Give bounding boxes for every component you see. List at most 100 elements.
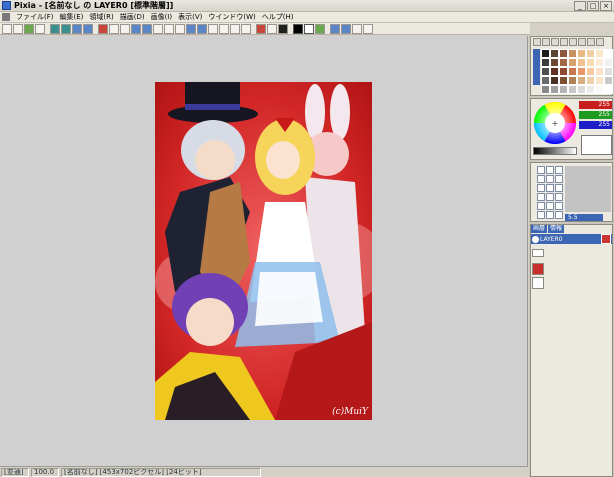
rect-icon[interactable]: [120, 23, 130, 34]
palette-swatch[interactable]: [595, 85, 604, 94]
print-icon[interactable]: [35, 23, 45, 34]
lasso-icon[interactable]: [219, 23, 229, 34]
redo-icon[interactable]: [61, 23, 71, 34]
brush-shape[interactable]: [555, 193, 563, 201]
canvas-workspace[interactable]: (c)MuiY: [0, 36, 528, 466]
palette-swatch[interactable]: [577, 49, 586, 58]
palette-swatch[interactable]: [541, 85, 550, 94]
palette-swatch[interactable]: [550, 85, 559, 94]
ellipse-icon[interactable]: [142, 23, 152, 34]
palette-swatch[interactable]: [577, 76, 586, 85]
fill-icon[interactable]: [186, 23, 196, 34]
brush-shape[interactable]: [546, 175, 554, 183]
fit-view-icon[interactable]: [352, 23, 362, 34]
palette-page-selector[interactable]: [533, 49, 540, 85]
palette-swatch[interactable]: [604, 85, 613, 94]
background-color-swatch[interactable]: [304, 23, 314, 34]
brush-shape[interactable]: [537, 193, 545, 201]
tab-layers[interactable]: 画層: [531, 225, 548, 233]
palette-spray-icon[interactable]: [551, 38, 559, 46]
palette-swatch[interactable]: [541, 67, 550, 76]
palette-swatch[interactable]: [577, 67, 586, 76]
gray-ramp[interactable]: [533, 147, 577, 155]
palette-swatch[interactable]: [586, 76, 595, 85]
palette-swatch[interactable]: [595, 49, 604, 58]
color-wheel[interactable]: +: [533, 101, 577, 145]
artwork-canvas[interactable]: (c)MuiY: [155, 82, 372, 420]
brush-shape[interactable]: [546, 211, 554, 219]
menu-draw[interactable]: 描画(D): [118, 12, 147, 22]
save-icon[interactable]: [24, 23, 34, 34]
zoom-in-icon[interactable]: [330, 23, 340, 34]
palette-swatch[interactable]: [559, 76, 568, 85]
palette-swatch[interactable]: [568, 67, 577, 76]
menu-window[interactable]: ウインドウ(W): [206, 12, 257, 22]
palette-pen-icon[interactable]: [533, 38, 541, 46]
circle-icon[interactable]: [131, 23, 141, 34]
polyline-icon[interactable]: [175, 23, 185, 34]
brush-shape[interactable]: [537, 175, 545, 183]
green-value[interactable]: 255: [579, 111, 612, 119]
move-icon[interactable]: [230, 23, 240, 34]
pen-icon[interactable]: [98, 23, 108, 34]
palette-lasso-icon[interactable]: [560, 38, 568, 46]
palette-swatch[interactable]: [568, 76, 577, 85]
palette-swatch[interactable]: [595, 76, 604, 85]
palette-fill-icon[interactable]: [569, 38, 577, 46]
layer-properties-icon[interactable]: [532, 277, 544, 289]
palette-swatch[interactable]: [604, 76, 613, 85]
menu-view[interactable]: 表示(V): [176, 12, 204, 22]
brush-shapes[interactable]: [537, 166, 563, 219]
line-icon[interactable]: [153, 23, 163, 34]
palette-swatch[interactable]: [550, 67, 559, 76]
palette-swatch[interactable]: [541, 58, 550, 67]
eraser-icon[interactable]: [109, 23, 119, 34]
select-icon[interactable]: [208, 23, 218, 34]
spray-icon[interactable]: [241, 23, 251, 34]
brush-shape[interactable]: [555, 175, 563, 183]
palette-brush-icon[interactable]: [542, 38, 550, 46]
palette-swatch[interactable]: [568, 49, 577, 58]
brush-shape[interactable]: [555, 166, 563, 174]
palette-swatch[interactable]: [541, 49, 550, 58]
open-icon[interactable]: [13, 23, 23, 34]
palette-swatch[interactable]: [550, 58, 559, 67]
palette-swatch[interactable]: [586, 49, 595, 58]
palette-swatch[interactable]: [595, 58, 604, 67]
palette-swatch[interactable]: [568, 58, 577, 67]
palette-swatch[interactable]: [541, 76, 550, 85]
layer-delete-icon[interactable]: [532, 263, 544, 275]
brush-shape[interactable]: [546, 166, 554, 174]
palette-swatch[interactable]: [604, 49, 613, 58]
red-value[interactable]: 255: [579, 101, 612, 109]
gradient-icon[interactable]: [197, 23, 207, 34]
new-file-icon[interactable]: [2, 23, 12, 34]
tab-info[interactable]: 情報: [548, 225, 565, 233]
menu-help[interactable]: ヘルプ(H): [260, 12, 296, 22]
brush-shape[interactable]: [546, 184, 554, 192]
blue-value[interactable]: 255: [579, 121, 612, 129]
copy-icon[interactable]: [72, 23, 82, 34]
palette-swatch[interactable]: [577, 58, 586, 67]
layer-option-field[interactable]: [532, 249, 544, 257]
close-button[interactable]: ×: [600, 1, 612, 11]
curve-icon[interactable]: [164, 23, 174, 34]
brush-shape[interactable]: [546, 202, 554, 210]
brush-shape[interactable]: [537, 166, 545, 174]
palette-swatch[interactable]: [559, 49, 568, 58]
brush-shape[interactable]: [555, 202, 563, 210]
palette-swatch[interactable]: [586, 67, 595, 76]
brush-size[interactable]: 5.5: [565, 214, 603, 221]
layer-row[interactable]: LAYER0: [531, 234, 612, 244]
menu-image[interactable]: 画像(I): [149, 12, 175, 22]
eyedropper-icon[interactable]: [278, 23, 288, 34]
palette-swatches[interactable]: [541, 49, 613, 97]
brush-shape[interactable]: [555, 211, 563, 219]
paste-icon[interactable]: [83, 23, 93, 34]
brush-shape[interactable]: [546, 193, 554, 201]
foreground-color-swatch[interactable]: [293, 23, 303, 34]
rotate-view-icon[interactable]: [363, 23, 373, 34]
palette-select-icon[interactable]: [587, 38, 595, 46]
zoom-out-icon[interactable]: [341, 23, 351, 34]
palette-menu-icon[interactable]: [596, 38, 604, 46]
